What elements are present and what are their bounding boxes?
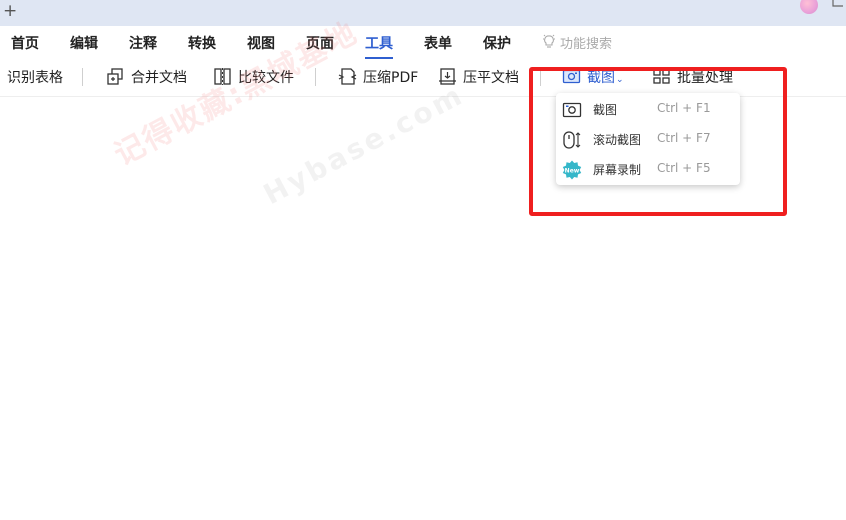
toolbar-separator (82, 68, 83, 86)
compress-pdf-label: 压缩PDF (363, 70, 419, 86)
menu-convert[interactable]: 转换 (188, 33, 216, 53)
menu-home[interactable]: 首页 (11, 33, 39, 53)
user-avatar[interactable] (800, 0, 818, 14)
feature-search-label: 功能搜索 (560, 37, 613, 52)
menu-form[interactable]: 表单 (424, 33, 452, 53)
feature-search[interactable]: 功能搜索 (542, 33, 612, 52)
lightbulb-icon (543, 34, 555, 48)
recognize-table-button[interactable]: 识别表格 (7, 67, 63, 87)
menu-annotate[interactable]: 注释 (129, 33, 157, 53)
main-menu-bar: 首页 编辑 注释 转换 视图 页面 工具 表单 保护 功能搜索 (0, 26, 846, 60)
recognize-table-label: 识别表格 (7, 70, 63, 86)
watermark-domain: Hybase.com (258, 77, 470, 212)
annotation-highlight-box (529, 67, 787, 216)
flatten-doc-label: 压平文档 (463, 70, 519, 86)
title-bar: + (0, 0, 846, 26)
new-tab-button[interactable]: + (3, 0, 17, 23)
menu-edit[interactable]: 编辑 (70, 33, 98, 53)
menu-protect[interactable]: 保护 (483, 33, 511, 53)
window-menu-icon[interactable] (832, 0, 846, 11)
compress-icon (338, 68, 357, 85)
merge-icon (107, 68, 123, 85)
menu-tools[interactable]: 工具 (365, 33, 393, 59)
merge-docs-label: 合并文档 (131, 70, 187, 86)
compress-pdf-button[interactable]: 压缩PDF (338, 67, 418, 87)
merge-docs-button[interactable]: 合并文档 (106, 67, 187, 87)
